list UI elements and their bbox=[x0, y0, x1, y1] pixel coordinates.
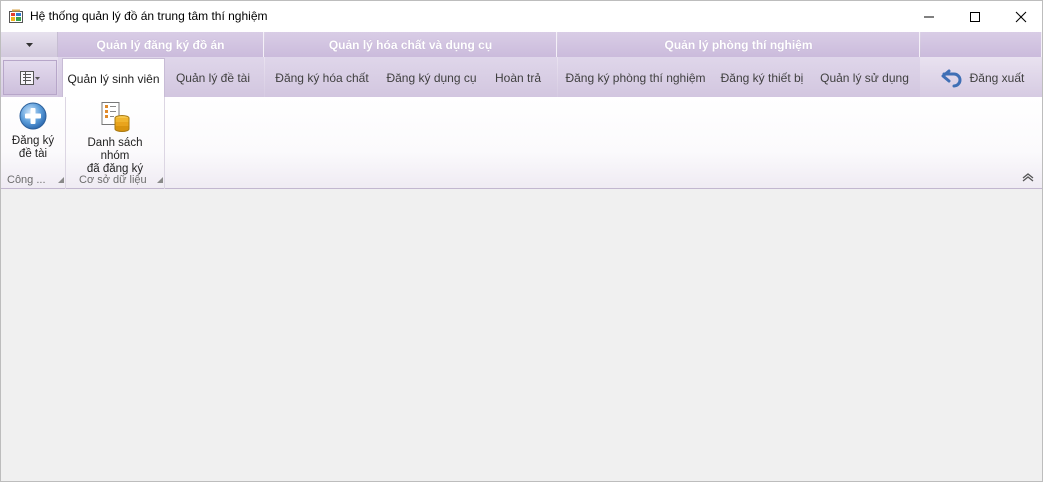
category-quan-ly-hoa-chat-dung-cu: Quản lý hóa chất và dụng cụ bbox=[265, 32, 557, 57]
category-empty bbox=[921, 32, 1042, 57]
title-bar: Hệ thống quản lý đồ án trung tâm thí ngh… bbox=[1, 1, 1042, 32]
dang-ky-de-tai-button[interactable]: Đăng ký đề tài bbox=[7, 101, 59, 161]
tab-dang-ky-thiet-bi[interactable]: Đăng ký thiết bị bbox=[713, 57, 811, 98]
logout-button[interactable]: Đăng xuất bbox=[931, 57, 1033, 98]
category-quan-ly-dang-ky-do-an: Quản lý đăng ký đồ án bbox=[58, 32, 264, 57]
group-launcher-icon[interactable] bbox=[157, 177, 163, 183]
tab-dang-ky-phong-thi-nghiem[interactable]: Đăng ký phòng thí nghiệm bbox=[563, 57, 708, 98]
menu-icon bbox=[20, 70, 40, 85]
dang-ky-de-tai-label-line1: Đăng ký bbox=[11, 135, 55, 147]
app-icon bbox=[9, 9, 23, 23]
tab-quan-ly-sinh-vien[interactable]: Quản lý sinh viên bbox=[62, 58, 165, 99]
collapse-ribbon-icon[interactable] bbox=[1021, 171, 1035, 183]
dang-ky-de-tai-label-line2: đề tài bbox=[18, 148, 48, 160]
danh-sach-nhom-label: Danh sách nhóm đã đăng ký bbox=[72, 137, 158, 176]
category-quan-ly-phong-thi-nghiem: Quản lý phòng thí nghiệm bbox=[558, 32, 920, 57]
ribbon-group-cong-cu: Đăng ký đề tài Công ... bbox=[1, 97, 66, 189]
ribbon-panel: Đăng ký đề tài Công ... Danh sách nhóm đ… bbox=[1, 97, 1042, 189]
minimize-button[interactable] bbox=[906, 1, 952, 32]
close-icon bbox=[1015, 11, 1027, 22]
maximize-button[interactable] bbox=[952, 1, 998, 32]
chevron-down-icon bbox=[25, 42, 33, 47]
danh-sach-nhom-label-line1: Danh sách nhóm bbox=[87, 137, 143, 162]
tab-hoan-tra[interactable]: Hoàn trả bbox=[488, 57, 548, 98]
add-circle-icon bbox=[19, 102, 47, 130]
application-menu-button[interactable] bbox=[3, 60, 57, 95]
ribbon-tab-row: Quản lý sinh viên Quản lý đề tài Đăng ký… bbox=[1, 57, 1042, 99]
group-label-co-so-du-lieu: Cơ sở dữ liệu bbox=[79, 174, 147, 186]
maximize-icon bbox=[970, 11, 980, 22]
tab-quan-ly-su-dung[interactable]: Quản lý sử dụng bbox=[816, 57, 913, 98]
ribbon-group-co-so-du-lieu: Danh sách nhóm đã đăng ký Cơ sở dữ liệu bbox=[66, 97, 165, 189]
minimize-icon bbox=[924, 16, 934, 17]
main-content-area bbox=[1, 190, 1042, 481]
tab-dang-ky-dung-cu[interactable]: Đăng ký dụng cụ bbox=[380, 57, 483, 98]
tab-quan-ly-de-tai[interactable]: Quản lý đề tài bbox=[167, 57, 259, 98]
window-title: Hệ thống quản lý đồ án trung tâm thí ngh… bbox=[30, 9, 268, 23]
danh-sach-nhom-button[interactable]: Danh sách nhóm đã đăng ký bbox=[72, 101, 158, 176]
database-list-icon bbox=[101, 102, 130, 132]
close-button[interactable] bbox=[998, 1, 1043, 32]
tab-dang-ky-hoa-chat[interactable]: Đăng ký hóa chất bbox=[269, 57, 375, 98]
quick-access-customize-button[interactable] bbox=[1, 32, 58, 57]
group-launcher-icon[interactable] bbox=[58, 177, 64, 183]
app-window: Hệ thống quản lý đồ án trung tâm thí ngh… bbox=[0, 0, 1043, 482]
group-label-cong-cu: Công ... bbox=[7, 174, 46, 186]
ribbon-category-row: Quản lý đăng ký đồ án Quản lý hóa chất v… bbox=[1, 32, 1042, 57]
logout-label: Đăng xuất bbox=[969, 70, 1025, 85]
undo-arrow-icon bbox=[941, 69, 962, 87]
dang-ky-de-tai-label: Đăng ký đề tài bbox=[12, 135, 54, 161]
